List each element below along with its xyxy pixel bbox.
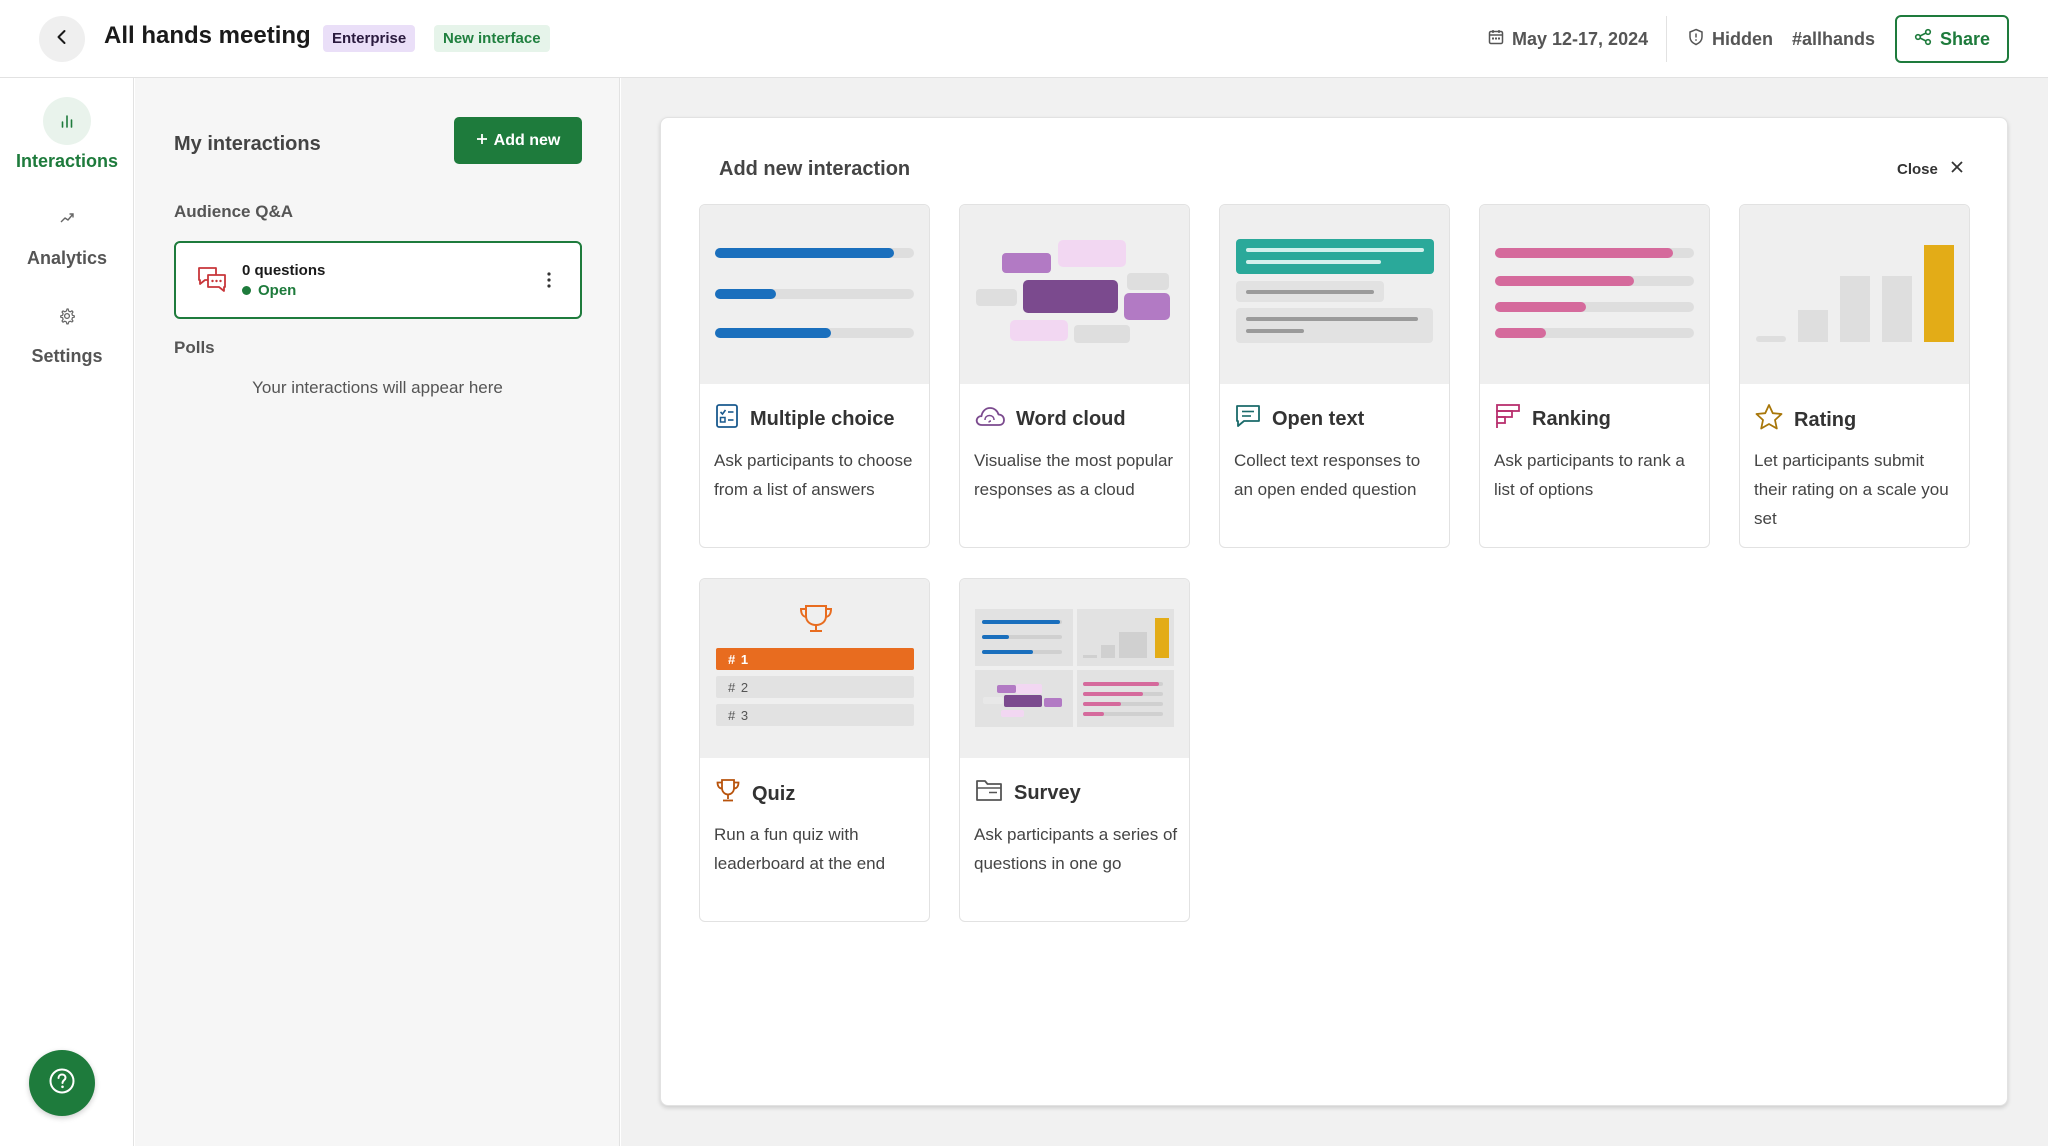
card-title: Quiz	[752, 782, 796, 805]
add-interaction-modal: Add new interaction Close Multiple choic…	[660, 117, 2008, 1106]
back-button[interactable]	[39, 16, 85, 62]
quiz-rank-1: # 1	[728, 652, 750, 667]
card-title-row: Survey	[974, 777, 1081, 809]
card-title-row: Multiple choice	[714, 403, 894, 435]
card-title: Survey	[1014, 781, 1081, 804]
polls-label: Polls	[174, 338, 215, 357]
share-icon	[1914, 28, 1932, 51]
nav-item-settings[interactable]: Settings	[0, 292, 134, 367]
quiz-rank-3: # 3	[728, 708, 750, 723]
card-word-cloud[interactable]: Word cloud Visualise the most popular re…	[959, 204, 1190, 548]
card-description: Let participants submit their rating on …	[1754, 451, 1949, 528]
card-title-row: Word cloud	[974, 403, 1126, 435]
add-new-button[interactable]: Add new	[454, 117, 582, 164]
nav-label-settings: Settings	[31, 346, 103, 366]
share-label: Share	[1939, 28, 1991, 49]
content-area: Add new interaction Close Multiple choic…	[621, 78, 2048, 1146]
header-divider	[1666, 16, 1667, 62]
qa-status-text: Open	[258, 282, 297, 299]
plus-icon	[476, 132, 488, 150]
card-title-row: Ranking	[1494, 403, 1611, 435]
date-range-text: May 12-17, 2024	[1512, 28, 1649, 49]
card-rating[interactable]: Rating Let participants submit their rat…	[1739, 204, 1970, 548]
chat-bubbles-icon	[196, 265, 228, 300]
audience-qa-label: Audience Q&A	[174, 202, 294, 221]
chevron-left-icon	[53, 28, 71, 51]
audience-qa-card[interactable]: 0 questions Open	[174, 241, 582, 319]
ranking-icon	[1494, 403, 1522, 435]
left-navigation: Interactions Analytics Settings	[0, 78, 134, 1146]
card-description: Collect text responses to an open ended …	[1234, 451, 1421, 499]
nav-label-analytics: Analytics	[26, 248, 108, 268]
card-open-text[interactable]: Open text Collect text responses to an o…	[1219, 204, 1450, 548]
add-new-label: Add new	[493, 131, 561, 149]
card-description: Ask participants to rank a list of optio…	[1494, 451, 1685, 499]
card-ranking[interactable]: Ranking Ask participants to rank a list …	[1479, 204, 1710, 548]
card-title: Word cloud	[1016, 407, 1126, 430]
multiple-choice-preview	[700, 205, 929, 384]
trophy-icon	[714, 777, 742, 811]
open-text-preview	[1220, 205, 1449, 384]
quiz-preview: # 1 # 2 # 3	[700, 579, 929, 758]
question-circle-icon	[48, 1067, 76, 1100]
my-interactions-title: My interactions	[174, 133, 321, 155]
shield-icon	[1688, 28, 1704, 51]
card-title: Open text	[1272, 407, 1365, 430]
new-interface-badge[interactable]: New interface	[434, 25, 550, 52]
empty-interactions-message: Your interactions will appear here	[252, 378, 503, 397]
event-hashtag[interactable]: #allhands	[1792, 0, 1875, 78]
qa-status: Open	[242, 282, 296, 299]
nav-item-interactions[interactable]: Interactions	[0, 97, 134, 172]
page-title: All hands meeting	[104, 22, 311, 49]
speech-bubble-icon	[1234, 403, 1262, 435]
card-title-row: Quiz	[714, 777, 795, 811]
card-title-row: Rating	[1754, 403, 1856, 437]
word-cloud-preview	[960, 205, 1189, 384]
card-title-row: Open text	[1234, 403, 1364, 435]
card-survey[interactable]: Survey Ask participants a series of ques…	[959, 578, 1190, 922]
enterprise-badge: Enterprise	[323, 25, 416, 52]
modal-title: Add new interaction	[719, 158, 911, 180]
card-description: Visualise the most popular responses as …	[974, 451, 1174, 499]
checklist-icon	[714, 403, 740, 435]
close-icon	[1950, 160, 1964, 178]
bar-chart-icon	[43, 97, 91, 145]
cloud-icon	[974, 403, 1006, 435]
nav-label-interactions: Interactions	[15, 151, 119, 171]
survey-preview	[960, 579, 1189, 758]
close-label: Close	[1897, 160, 1938, 178]
interactions-panel: My interactions Add new Audience Q&A 0 q…	[135, 78, 620, 1146]
card-title: Rating	[1794, 408, 1857, 431]
share-button[interactable]: Share	[1895, 15, 2009, 63]
help-button[interactable]	[29, 1050, 95, 1116]
close-button[interactable]: Close	[1897, 160, 1964, 178]
event-date[interactable]: May 12-17, 2024	[1488, 0, 1648, 78]
card-title: Multiple choice	[750, 407, 895, 430]
rating-preview	[1740, 205, 1969, 384]
calendar-icon	[1488, 29, 1504, 50]
card-description: Ask participants to choose from a list o…	[714, 451, 913, 499]
nav-item-analytics[interactable]: Analytics	[0, 194, 134, 269]
gear-icon	[43, 292, 91, 340]
folder-icon	[974, 777, 1004, 809]
status-dot	[242, 286, 251, 295]
card-quiz[interactable]: # 1 # 2 # 3 Quiz Run a fun quiz with lea…	[699, 578, 930, 922]
visibility-status[interactable]: Hidden	[1688, 0, 1773, 78]
card-multiple-choice[interactable]: Multiple choice Ask participants to choo…	[699, 204, 930, 548]
card-description: Run a fun quiz with leaderboard at the e…	[714, 825, 886, 873]
card-title: Ranking	[1532, 407, 1611, 430]
trend-up-icon	[43, 194, 91, 242]
star-icon	[1754, 403, 1784, 437]
top-bar: All hands meeting Enterprise New interfa…	[0, 0, 2048, 78]
more-options-icon[interactable]	[546, 271, 552, 294]
visibility-text: Hidden	[1712, 28, 1773, 49]
ranking-preview	[1480, 205, 1709, 384]
quiz-rank-2: # 2	[728, 680, 750, 695]
trophy-icon	[799, 605, 833, 632]
card-description: Ask participants a series of questions i…	[974, 825, 1178, 873]
question-count: 0 questions	[242, 262, 326, 279]
